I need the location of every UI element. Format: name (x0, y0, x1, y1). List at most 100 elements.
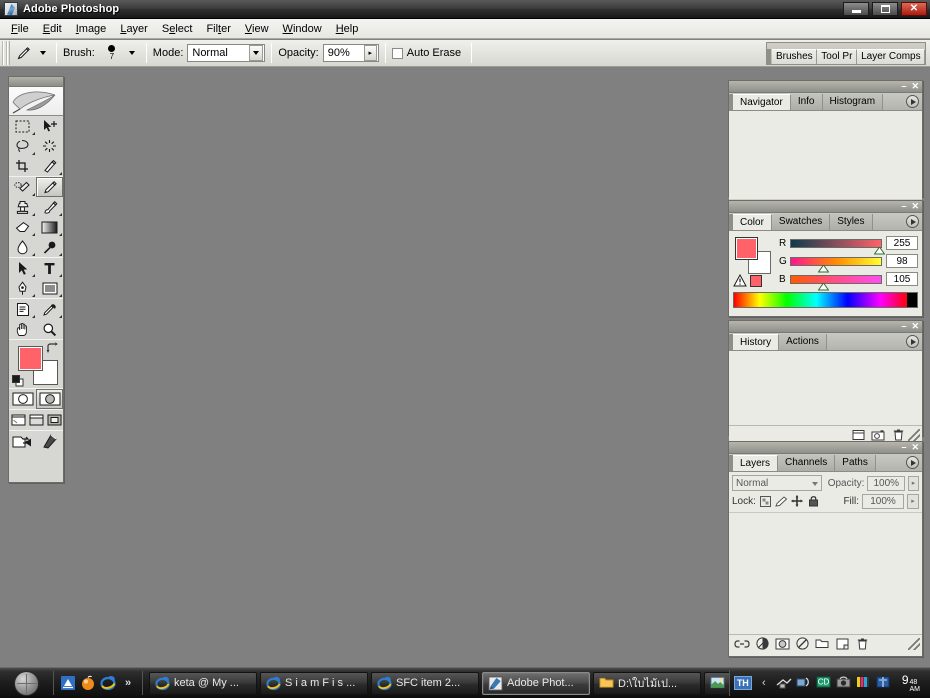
standard-mode-button[interactable] (9, 389, 36, 409)
layers-fill-value[interactable]: 100% (862, 493, 904, 509)
slice-tool[interactable] (36, 156, 63, 176)
navigator-thumbnail-view[interactable] (729, 111, 922, 199)
start-button[interactable] (3, 670, 49, 697)
new-layer-icon[interactable] (832, 636, 852, 652)
healing-brush-tool[interactable] (9, 177, 36, 197)
task-button[interactable]: keta @ My ... (149, 671, 257, 695)
adjustment-layer-icon[interactable] (792, 636, 812, 652)
standard-screen-mode-button[interactable] (9, 410, 27, 430)
delete-layer-icon[interactable] (852, 636, 872, 652)
task-button[interactable]: S i a m F i s ... (260, 671, 368, 695)
well-tab-layer-comps[interactable]: Layer Comps (857, 49, 925, 64)
blend-mode-select[interactable]: Normal (187, 44, 266, 62)
menu-file[interactable]: File (4, 21, 36, 37)
b-slider-track[interactable] (790, 274, 882, 290)
well-tab-tool-presets[interactable]: Tool Pr (817, 49, 858, 64)
history-state-list[interactable] (729, 351, 922, 425)
tab-actions[interactable]: Actions (779, 334, 827, 350)
out-of-gamut-color-swatch[interactable] (750, 274, 762, 287)
layers-title-bar[interactable]: – ✕ (729, 442, 922, 454)
menu-select[interactable]: Select (155, 21, 200, 37)
layer-blend-mode-select[interactable]: Normal (732, 475, 822, 491)
g-slider-knob[interactable] (817, 263, 830, 272)
marquee-tool[interactable] (9, 116, 36, 136)
close-icon[interactable]: ✕ (911, 443, 919, 452)
ql-blue-doc-icon[interactable] (60, 675, 76, 691)
full-screen-menubar-mode-button[interactable] (27, 410, 45, 430)
maximize-button[interactable] (872, 2, 898, 16)
crop-tool[interactable] (9, 156, 36, 176)
palette-menu-icon[interactable] (906, 215, 919, 228)
hand-tool[interactable] (9, 319, 36, 339)
path-selection-tool[interactable] (9, 258, 36, 278)
layers-resize-grip[interactable] (908, 637, 920, 650)
tab-navigator[interactable]: Navigator (733, 94, 791, 110)
webcam-icon[interactable] (836, 675, 852, 691)
gradient-tool[interactable] (36, 217, 63, 237)
toolbox-drag-handle[interactable] (9, 77, 63, 87)
auto-erase-checkbox[interactable]: Auto Erase (391, 47, 465, 59)
minimize-button[interactable] (843, 2, 869, 16)
color-title-bar[interactable]: – ✕ (729, 201, 922, 213)
shape-tool[interactable] (36, 278, 63, 298)
tab-paths[interactable]: Paths (835, 455, 876, 471)
brush-preset-picker-button[interactable] (125, 43, 140, 63)
lasso-tool[interactable] (9, 136, 36, 156)
opacity-slider-button[interactable]: ▸ (363, 45, 377, 61)
pen-tool[interactable] (9, 278, 36, 298)
color-spectrum-ramp[interactable] (733, 292, 918, 308)
menu-view[interactable]: View (238, 21, 276, 37)
new-group-icon[interactable] (812, 636, 832, 652)
chevron-down-icon[interactable] (249, 45, 264, 61)
minimize-icon[interactable]: – (901, 82, 906, 91)
lock-image-pixels-icon[interactable] (775, 495, 788, 508)
tab-swatches[interactable]: Swatches (771, 214, 831, 230)
volume-icon[interactable] (796, 675, 812, 691)
close-button[interactable]: ✕ (901, 2, 927, 16)
close-icon[interactable]: ✕ (911, 322, 919, 331)
foreground-color-swatch[interactable] (18, 346, 43, 371)
menu-edit[interactable]: Edit (36, 21, 69, 37)
type-tool[interactable] (36, 258, 63, 278)
b-slider-knob[interactable] (817, 281, 830, 290)
menu-filter[interactable]: Filter (199, 21, 237, 37)
palette-menu-icon[interactable] (906, 335, 919, 348)
blur-tool[interactable] (9, 237, 36, 257)
task-button-active[interactable]: Adobe Phot... (482, 671, 590, 695)
ql-orange-sphere-icon[interactable] (80, 675, 96, 691)
task-button[interactable]: D:\ใบไม้เป... (593, 671, 701, 695)
minimize-icon[interactable]: – (901, 202, 906, 211)
palette-menu-icon[interactable] (906, 95, 919, 108)
close-icon[interactable]: ✕ (911, 82, 919, 91)
ql-chevron-right-icon[interactable]: » (120, 675, 136, 691)
opacity-input[interactable]: 90% ▸ (322, 44, 379, 62)
close-icon[interactable]: ✕ (911, 202, 919, 211)
network-icon[interactable] (776, 675, 792, 691)
lock-all-icon[interactable] (807, 495, 820, 508)
options-bar-grip[interactable] (2, 41, 10, 65)
layers-list[interactable] (729, 512, 922, 634)
tool-preset-picker-button[interactable] (35, 43, 50, 63)
default-colors-icon[interactable] (12, 375, 24, 387)
brush-preview[interactable]: 7 (99, 41, 125, 65)
g-slider-track[interactable] (790, 256, 882, 272)
magic-wand-tool[interactable] (36, 136, 63, 156)
r-slider-track[interactable] (790, 238, 886, 254)
channel-value-r[interactable]: 255 (886, 236, 918, 250)
history-resize-grip[interactable] (908, 428, 920, 441)
tab-info[interactable]: Info (790, 94, 823, 110)
task-button[interactable]: SFC item 2... (371, 671, 479, 695)
palette-menu-icon[interactable] (906, 456, 919, 469)
zoom-tool[interactable] (36, 319, 63, 339)
minimize-icon[interactable]: – (901, 322, 906, 331)
menu-help[interactable]: Help (329, 21, 366, 37)
menu-window[interactable]: Window (276, 21, 329, 37)
channel-value-g[interactable]: 98 (886, 254, 918, 268)
navigator-title-bar[interactable]: – ✕ (729, 81, 922, 93)
r-slider-knob[interactable] (873, 245, 886, 254)
tab-histogram[interactable]: Histogram (822, 94, 884, 110)
toolbox-extra-button[interactable] (36, 431, 63, 451)
tab-history[interactable]: History (733, 334, 780, 350)
cd-icon[interactable]: CD (816, 675, 832, 691)
well-tab-brushes[interactable]: Brushes (771, 49, 818, 64)
